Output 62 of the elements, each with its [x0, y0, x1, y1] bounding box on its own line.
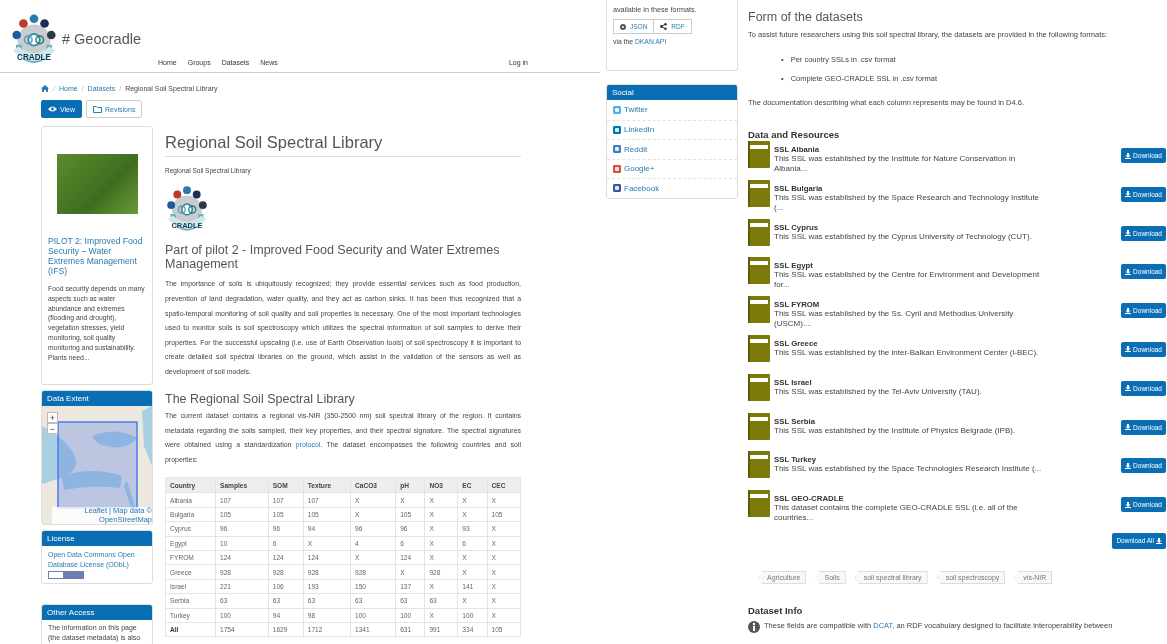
info-icon — [748, 620, 760, 633]
dataset-title: Regional Soil Spectral Library — [165, 133, 521, 157]
resource-description: This SSL was established by the Ss. Cyril and Methodius University (USCM).... — [774, 309, 1015, 330]
book-icon — [748, 179, 770, 207]
social-link[interactable]: Facebook — [607, 178, 737, 198]
resource-description: This SSL was established by the Institute of Physics Belgrade (IPB). — [774, 425, 1017, 436]
download-icon — [1125, 307, 1132, 314]
book-icon — [748, 335, 770, 362]
download-icon — [1125, 152, 1132, 159]
section-heading: The Regional Soil Spectral Library — [165, 392, 356, 407]
download-icon — [1125, 424, 1132, 431]
dataset-info-heading: Dataset Info — [748, 604, 804, 616]
share-icon — [660, 23, 668, 30]
book-icon — [748, 412, 770, 440]
social-icon — [613, 125, 621, 134]
social-link[interactable]: Google+ — [607, 158, 737, 178]
eye-icon — [48, 106, 57, 112]
home-icon[interactable] — [41, 84, 49, 92]
open-data-badge-icon — [48, 571, 84, 580]
resource-description: This SSL was established by the Space Research and Technology Institute (... — [774, 192, 1041, 213]
social-icon — [613, 184, 621, 193]
pilot-link[interactable]: PILOT 2: Improved Food Security – Water Extremes Management (IFS) — [48, 236, 146, 276]
zoom-in-button[interactable]: + — [47, 412, 58, 424]
panel-title: Data Extent — [42, 391, 152, 407]
resource-description: This SSL was established by the Tel-Aviv University (TAU). — [774, 386, 983, 397]
book-icon — [748, 257, 770, 285]
social-icon — [613, 105, 621, 114]
book-icon — [748, 451, 770, 479]
download-icon — [1125, 501, 1132, 508]
social-icon — [613, 145, 621, 154]
panel-title: Other Access — [42, 605, 152, 621]
resource-description: This SSL was established by the Cyprus University of Technology (CUT). — [774, 231, 1033, 242]
folder-icon — [93, 105, 103, 113]
resource-description: This SSL was established by the inter-Balkan Environment Center (i-BEC). — [774, 348, 1040, 358]
download-icon — [1125, 230, 1132, 237]
circle-icon — [620, 23, 626, 30]
social-icon — [613, 164, 621, 173]
download-icon — [1125, 346, 1132, 353]
book-icon — [748, 490, 770, 518]
download-icon — [1125, 191, 1132, 198]
book-icon — [748, 141, 770, 168]
resource-description: This dataset contains the complete GEO-CRADLE SSL (i.e. all of the countries... — [774, 503, 1019, 524]
book-icon — [748, 373, 770, 401]
zoom-out-button[interactable]: − — [47, 423, 58, 435]
book-icon — [748, 296, 770, 324]
book-icon — [748, 218, 770, 246]
social-link[interactable]: LinkedIn — [607, 119, 737, 139]
resource-description: This SSL was established by the Institute for Nature Conservation in Albania... — [774, 154, 1017, 174]
resource-description: This SSL was established by the Space Technologies Research Institute (... — [774, 464, 1043, 475]
download-icon — [1156, 537, 1162, 544]
download-icon — [1125, 462, 1132, 469]
resource-description: This SSL was established by the Centre for Environment and Development for... — [774, 270, 1041, 291]
resources-heading: Data and Resources — [748, 129, 841, 140]
section-heading: Part of pilot 2 - Improved Food Security and Water Extremes Management — [165, 244, 501, 272]
download-icon — [1125, 385, 1132, 392]
section-heading: Form of the datasets — [748, 10, 864, 24]
download-icon — [1125, 268, 1132, 275]
social-link[interactable]: Reddit — [607, 139, 737, 159]
site-title[interactable]: # Geocradle — [62, 31, 141, 47]
panel-title: License — [42, 531, 152, 547]
social-link[interactable]: Twitter — [607, 100, 737, 120]
panel-title: Social — [607, 85, 737, 100]
